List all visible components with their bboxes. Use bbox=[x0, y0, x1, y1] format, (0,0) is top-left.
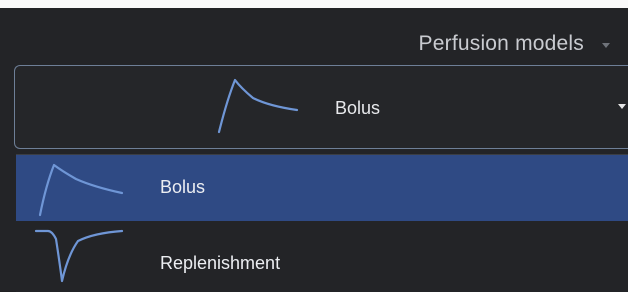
bolus-curve-icon bbox=[38, 163, 124, 217]
perfusion-models-header[interactable]: Perfusion models bbox=[0, 8, 628, 64]
perfusion-model-dropdown[interactable]: Bolus bbox=[14, 65, 628, 149]
perfusion-models-title: Perfusion models bbox=[418, 32, 584, 55]
dropdown-menu: Bolus Replenishment bbox=[16, 154, 628, 292]
caret-down-icon[interactable] bbox=[618, 104, 626, 109]
menu-item-label: Bolus bbox=[160, 177, 206, 197]
caret-down-icon[interactable] bbox=[602, 43, 610, 48]
bolus-curve-icon bbox=[217, 78, 299, 134]
dropdown-selected-label: Bolus bbox=[335, 98, 381, 118]
replenishment-curve-icon bbox=[34, 229, 124, 283]
menu-item-label: Replenishment bbox=[160, 253, 281, 273]
menu-item-bolus[interactable]: Bolus bbox=[16, 155, 628, 221]
menu-item-replenishment[interactable]: Replenishment bbox=[16, 225, 628, 291]
top-window-strip bbox=[0, 0, 628, 8]
